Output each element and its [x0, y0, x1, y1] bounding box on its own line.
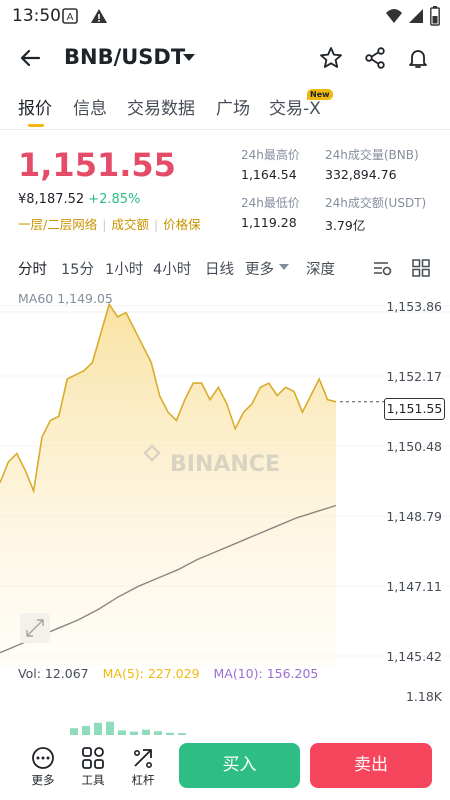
tab-quote[interactable]: 报价 — [18, 94, 52, 119]
bell-icon[interactable] — [406, 46, 430, 70]
leverage-label: 杠杆 — [131, 773, 155, 787]
high-label: 24h最高价 — [241, 148, 300, 162]
vol-ma5: MA(5): 227.029 — [102, 666, 200, 681]
header: BNB/USDT — [0, 32, 450, 84]
y-tick-2: 1,152.17 — [386, 369, 442, 384]
signal-icon — [409, 9, 423, 23]
y-tick-6: 1,145.42 — [386, 649, 442, 664]
last-price: 1,151.55 — [18, 146, 176, 184]
interval-time[interactable]: 分时 — [18, 258, 47, 279]
y-tick-5: 1,147.11 — [386, 579, 442, 594]
vol-bnb-label: 24h成交量(BNB) — [325, 148, 419, 162]
fiat-price: ¥8,187.52 — [18, 192, 85, 207]
vol-usdt-value: 3.79亿 — [325, 218, 366, 233]
wifi-icon — [386, 9, 402, 23]
interval-bar: 分时 15分 1小时 4小时 日线 更多 深度 — [0, 256, 450, 280]
vol-bnb-value: 332,894.76 — [325, 167, 397, 182]
vol-usdt-label: 24h成交额(USDT) — [325, 196, 427, 210]
back-arrow-icon[interactable] — [18, 46, 42, 70]
low-value: 1,119.28 — [241, 215, 297, 230]
volume-bar — [70, 728, 78, 735]
warning-icon — [91, 9, 107, 23]
interval-1d[interactable]: 日线 — [205, 258, 234, 279]
tools-label: 工具 — [81, 773, 105, 787]
price-chart[interactable]: BINANCE — [0, 286, 450, 666]
y-tick-3: 1,150.48 — [386, 439, 442, 454]
tools-button[interactable]: 工具 — [73, 747, 113, 788]
grid-layout-icon[interactable] — [411, 258, 431, 278]
svg-text:A: A — [67, 12, 74, 23]
share-icon[interactable] — [363, 46, 387, 70]
fiat-price-row: ¥8,187.52 +2.85% — [18, 192, 140, 207]
vol-value: Vol: 12.067 — [18, 666, 89, 681]
leverage-button[interactable]: 杠杆 — [123, 747, 163, 788]
more-caret-icon[interactable] — [279, 264, 289, 271]
current-price-tag: 1,151.55 — [384, 398, 445, 420]
caret-down-icon[interactable] — [183, 54, 195, 62]
interval-4h[interactable]: 4小时 — [153, 258, 191, 279]
tag-row: 一层/二层网络 | 成交额 | 价格保 — [18, 217, 201, 232]
sell-button[interactable]: 卖出 — [310, 743, 432, 788]
interval-depth[interactable]: 深度 — [306, 258, 335, 279]
binance-watermark: BINANCE — [170, 452, 280, 477]
change-percent: +2.85% — [88, 192, 141, 207]
volume-bar — [82, 725, 90, 735]
leverage-icon — [133, 749, 153, 769]
pair-title[interactable]: BNB/USDT — [64, 45, 185, 69]
more-label: 更多 — [31, 773, 55, 787]
more-button[interactable]: 更多 — [23, 747, 63, 788]
tab-info[interactable]: 信息 — [73, 94, 107, 119]
more-dots-icon — [32, 747, 54, 769]
tab-square[interactable]: 广场 — [216, 94, 250, 119]
status-bar: 13:50 A — [0, 0, 450, 32]
tag-layer-network[interactable]: 一层/二层网络 — [18, 217, 97, 232]
high-value: 1,164.54 — [241, 167, 297, 182]
active-tab-indicator — [28, 124, 44, 127]
y-tick-4: 1,148.79 — [386, 509, 442, 524]
volume-legend: Vol: 12.067 MA(5): 227.029 MA(10): 156.2… — [18, 666, 328, 681]
volume-bar — [94, 722, 102, 735]
expand-chart-icon[interactable] — [20, 613, 50, 643]
tab-bar: 报价 信息 交易数据 广场 交易-X — [0, 86, 450, 130]
new-badge: New — [307, 89, 333, 100]
indicator-settings-icon[interactable] — [372, 258, 394, 278]
low-label: 24h最低价 — [241, 196, 300, 210]
interval-1h[interactable]: 1小时 — [105, 258, 143, 279]
y-tick-1: 1,153.86 — [386, 299, 442, 314]
volume-chart — [70, 721, 186, 735]
vol-ma10: MA(10): 156.205 — [213, 666, 319, 681]
tools-grid-icon — [82, 747, 104, 769]
interval-more[interactable]: 更多 — [245, 258, 274, 279]
interval-15m[interactable]: 15分 — [61, 258, 94, 279]
status-time: 13:50 — [12, 6, 61, 26]
battery-icon — [430, 6, 440, 26]
tab-trading-data[interactable]: 交易数据 — [127, 94, 195, 119]
notification-a-icon: A — [62, 8, 78, 24]
volume-bar — [106, 721, 114, 735]
tag-volume[interactable]: 成交额 — [111, 217, 149, 232]
price-area — [0, 304, 336, 666]
tag-price-protect[interactable]: 价格保 — [163, 217, 201, 232]
buy-button[interactable]: 买入 — [179, 743, 300, 788]
star-icon[interactable] — [319, 46, 343, 70]
